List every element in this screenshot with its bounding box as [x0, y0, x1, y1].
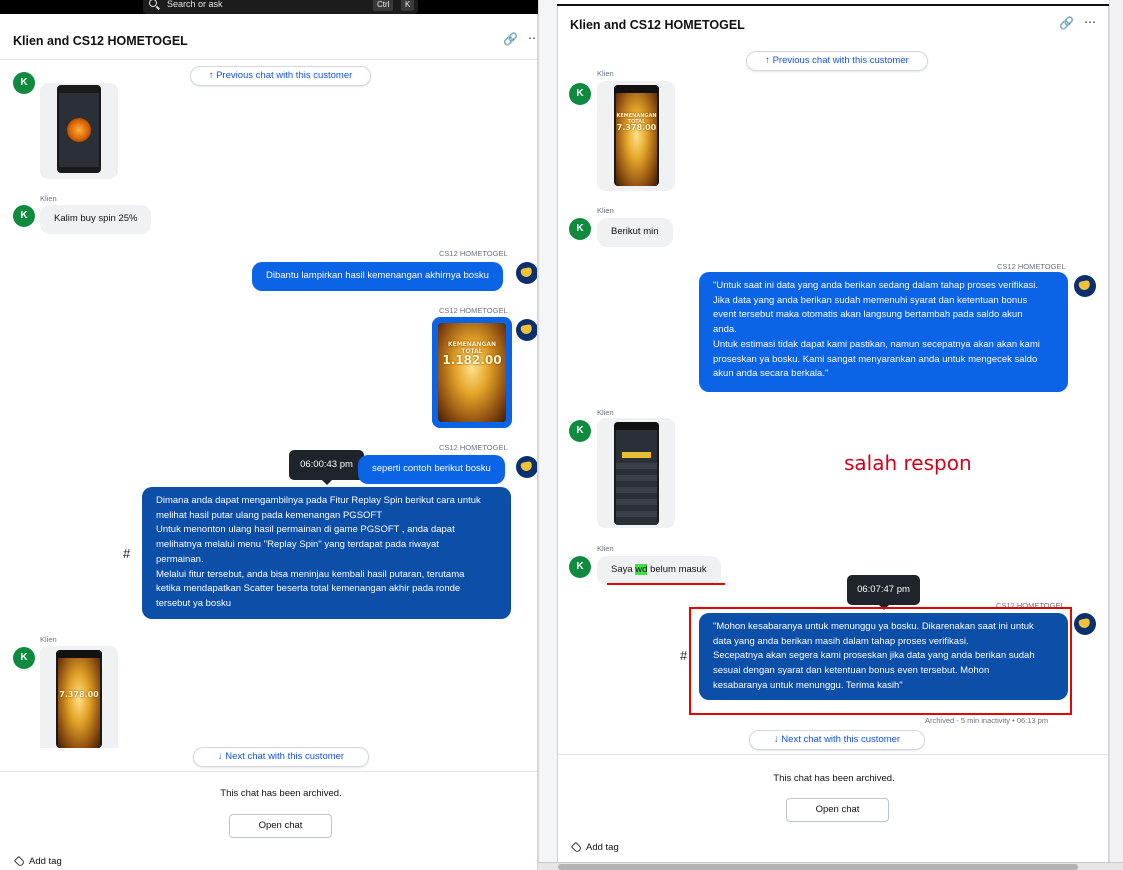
client-message: Berikut min [597, 218, 673, 247]
annotation-underline [607, 583, 725, 585]
previous-chat-button[interactable]: ↑ Previous chat with this customer [190, 66, 371, 86]
sender-name: CS12 HOMETOGEL [439, 249, 508, 258]
agent-avatar [516, 319, 537, 341]
client-avatar: K [569, 420, 591, 442]
archived-note: This chat has been archived. [220, 788, 342, 799]
client-avatar: K [569, 83, 591, 105]
annotation-salah-respon: salah respon [844, 451, 972, 475]
image-attachment[interactable]: 7.378.00 [40, 646, 118, 748]
open-chat-button[interactable]: Open chat [229, 814, 332, 838]
sender-name: Klien [597, 69, 614, 78]
hash-marker: # [680, 648, 688, 663]
chat-title: Klien and CS12 HOMETOGEL [570, 18, 745, 32]
footer-divider [558, 754, 1108, 755]
timestamp-tooltip: 06:07:47 pm [847, 575, 920, 610]
previous-chat-button[interactable]: ↑ Previous chat with this customer [746, 51, 928, 71]
scrollbar-thumb[interactable] [558, 864, 1078, 870]
image-attachment[interactable]: KEMENANGAN TOTAL 7.378.00 [597, 81, 675, 191]
shortcut-key-ctrl: Ctrl [373, 0, 394, 11]
vertical-scrollbar[interactable] [1109, 0, 1123, 870]
add-tag-button[interactable]: Add tag [13, 855, 62, 868]
agent-avatar [1074, 275, 1096, 297]
client-avatar: K [569, 556, 591, 578]
agent-message: seperti contoh berikut bosku [358, 455, 505, 484]
footer-divider [0, 771, 537, 772]
timestamp-tooltip: 06:00:43 pm [289, 450, 364, 485]
sender-name: Klien [597, 408, 614, 417]
right-chat-panel: Klien and CS12 HOMETOGEL 🔗 ⋯ ↑ Previous … [557, 6, 1109, 863]
agent-message: "Untuk saat ini data yang anda berikan s… [699, 272, 1068, 392]
header-divider [0, 59, 537, 60]
window-gutter [538, 0, 557, 870]
client-avatar: K [13, 205, 35, 227]
agent-message: Dibantu lampirkan hasil kemenangan akhir… [252, 262, 503, 291]
agent-avatar [516, 456, 537, 478]
add-tag-button[interactable]: Add tag [570, 841, 619, 854]
image-attachment[interactable]: KEMENANGAN TOTAL 1.182.00 [432, 317, 512, 428]
sender-name: Klien [40, 194, 57, 203]
sender-name: CS12 HOMETOGEL [439, 443, 508, 452]
agent-message: Dimana anda dapat mengambilnya pada Fitu… [142, 487, 511, 619]
sender-name: Klien [597, 544, 614, 553]
sender-name: CS12 HOMETOGEL [439, 306, 508, 315]
tag-icon [13, 855, 26, 868]
left-chat-panel: Klien and CS12 HOMETOGEL 🔗 ⋯ ↑ Previous … [0, 14, 538, 870]
image-attachment[interactable] [40, 83, 118, 179]
annotation-highlight-box [689, 607, 1072, 715]
status-meta: Archived - 5 min inactivity • 06:13 pm [925, 716, 1049, 725]
agent-avatar [1074, 613, 1096, 635]
open-chat-button[interactable]: Open chat [786, 798, 889, 822]
client-message: Kalim buy spin 25% [40, 205, 152, 234]
sender-name: Klien [40, 635, 57, 644]
search-icon [149, 0, 157, 7]
more-icon[interactable]: ⋯ [528, 31, 537, 45]
image-attachment[interactable] [597, 418, 675, 528]
client-avatar: K [13, 72, 35, 94]
next-chat-button[interactable]: ↓ Next chat with this customer [193, 747, 369, 767]
shortcut-key-k: K [401, 0, 415, 11]
archived-note: This chat has been archived. [773, 773, 895, 784]
link-icon[interactable]: 🔗 [1059, 16, 1074, 30]
chat-title: Klien and CS12 HOMETOGEL [13, 34, 188, 48]
search-input[interactable]: Search or ask Ctrl K [143, 0, 418, 14]
next-chat-button[interactable]: ↓ Next chat with this customer [749, 730, 925, 750]
horizontal-scrollbar[interactable] [538, 862, 1123, 870]
agent-avatar [516, 262, 537, 284]
client-message: Saya wd belum masuk [597, 556, 721, 585]
sender-name: CS12 HOMETOGEL [997, 262, 1066, 271]
client-avatar: K [569, 218, 591, 240]
hash-marker: # [123, 546, 131, 561]
more-icon[interactable]: ⋯ [1084, 15, 1096, 29]
tag-icon [570, 841, 583, 854]
link-icon[interactable]: 🔗 [503, 32, 518, 46]
client-avatar: K [13, 647, 35, 669]
sender-name: Klien [597, 206, 614, 215]
